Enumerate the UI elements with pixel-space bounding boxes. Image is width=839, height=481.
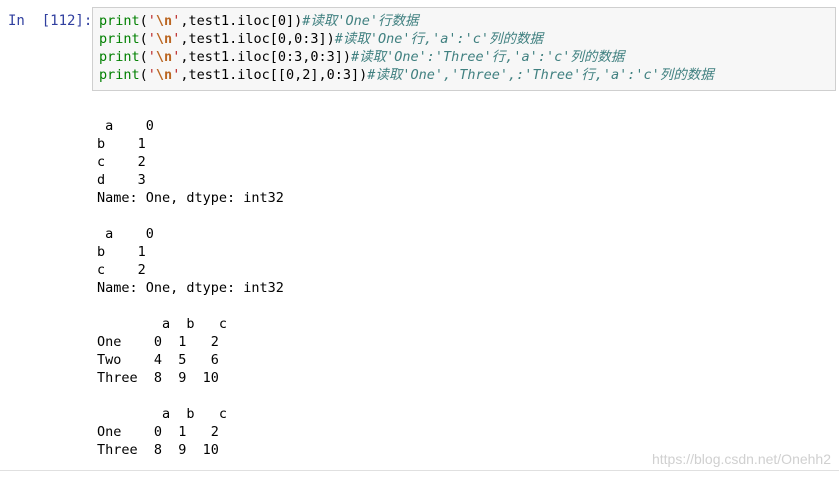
code-line: print('\n',test1.iloc[0:3,0:3])#读取'One':… <box>99 48 829 66</box>
code-escape: \n <box>155 13 173 29</box>
output-line: c 2 <box>97 154 146 170</box>
code-paren: ( <box>139 67 148 83</box>
code-keyword-print: print <box>99 13 140 29</box>
code-paren: ( <box>139 13 148 29</box>
output-line: b 1 <box>97 244 146 260</box>
code-string-quote: ' <box>147 31 156 47</box>
output-line: One 0 1 2 <box>97 334 219 350</box>
output-spacer <box>97 207 284 225</box>
output-line: a 0 <box>97 118 154 134</box>
cell-prompt: In [112]: <box>8 13 93 29</box>
code-paren: ( <box>139 31 148 47</box>
output-line: a b c <box>97 406 228 422</box>
output-line: Name: One, dtype: int32 <box>97 280 284 296</box>
output-line: b 1 <box>97 136 146 152</box>
code-comment: #读取'One':'Three'行,'a':'c'列的数据 <box>351 49 625 65</box>
code-escape: \n <box>155 49 173 65</box>
output-line: Three 8 9 10 <box>97 442 219 458</box>
output-line: Three 8 9 10 <box>97 370 219 386</box>
code-string-quote: ' <box>147 67 156 83</box>
output-spacer <box>97 297 284 315</box>
code-comment: #读取'One'行数据 <box>302 13 419 29</box>
output-line: Two 4 5 6 <box>97 352 219 368</box>
code-keyword-print: print <box>99 49 140 65</box>
code-paren: ( <box>139 49 148 65</box>
output-line: One 0 1 2 <box>97 424 219 440</box>
cell-output: a 0 b 1 c 2 d 3 Name: One, dtype: int32 a 0 b… <box>97 117 284 459</box>
code-escape: \n <box>155 67 173 83</box>
code-expression: ,test1.iloc[[0,2],0:3]) <box>180 67 368 83</box>
code-keyword-print: print <box>99 31 140 47</box>
code-escape: \n <box>155 31 173 47</box>
output-spacer <box>97 387 284 405</box>
code-line: print('\n',test1.iloc[[0,2],0:3])#读取'One… <box>99 66 829 84</box>
code-comment: #读取'One','Three',:'Three'行,'a':'c'列的数据 <box>367 67 714 83</box>
code-line: print('\n',test1.iloc[0])#读取'One'行数据 <box>99 12 829 30</box>
code-expression: ,test1.iloc[0:3,0:3]) <box>180 49 352 65</box>
code-input-area[interactable]: print('\n',test1.iloc[0])#读取'One'行数据 prin… <box>92 7 836 91</box>
output-line: Name: One, dtype: int32 <box>97 190 284 206</box>
cell-divider <box>0 470 839 471</box>
output-line: a b c <box>97 316 228 332</box>
output-line: d 3 <box>97 172 146 188</box>
output-line: a 0 <box>97 226 154 242</box>
output-line: c 2 <box>97 262 146 278</box>
code-line: print('\n',test1.iloc[0,0:3])#读取'One'行,'… <box>99 30 829 48</box>
code-string-quote: ' <box>147 49 156 65</box>
watermark-text: https://blog.csdn.net/Onehh2 <box>651 451 831 467</box>
code-expression: ,test1.iloc[0]) <box>180 13 303 29</box>
code-keyword-print: print <box>99 67 140 83</box>
code-string-quote: ' <box>147 13 156 29</box>
code-expression: ,test1.iloc[0,0:3]) <box>180 31 335 47</box>
code-comment: #读取'One'行,'a':'c'列的数据 <box>334 31 544 47</box>
